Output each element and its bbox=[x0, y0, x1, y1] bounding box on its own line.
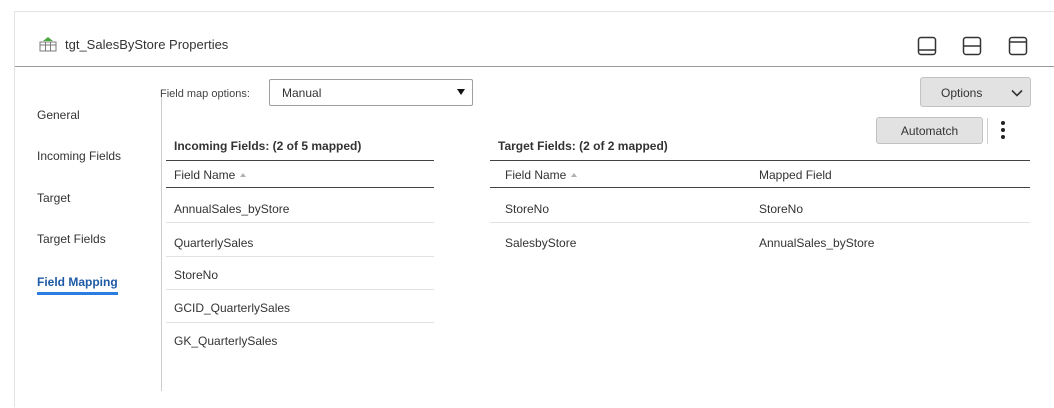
field-map-options-label: Field map options: bbox=[160, 88, 250, 100]
target-row-field[interactable]: SalesbyStore bbox=[505, 236, 576, 250]
target-column-field-name[interactable]: Field Name bbox=[505, 168, 578, 182]
panel-title: tgt_SalesByStore Properties bbox=[65, 37, 229, 52]
sort-asc-icon bbox=[240, 173, 247, 177]
automatch-button-label: Automatch bbox=[900, 124, 959, 138]
layout-split-icon[interactable] bbox=[962, 36, 982, 56]
panel-header: tgt_SalesByStore Properties bbox=[15, 12, 1054, 67]
target-title-rule bbox=[490, 160, 1030, 161]
incoming-row-field[interactable]: GK_QuarterlySales bbox=[174, 334, 277, 348]
target-column-mapped-field[interactable]: Mapped Field bbox=[759, 168, 832, 182]
nav-item-general[interactable]: General bbox=[37, 108, 80, 122]
dropdown-caret-icon bbox=[457, 89, 465, 95]
automatch-button[interactable]: Automatch bbox=[876, 117, 983, 144]
row-divider bbox=[166, 256, 434, 257]
incoming-row-field[interactable]: StoreNo bbox=[174, 268, 218, 282]
kebab-menu-icon[interactable] bbox=[997, 120, 1009, 142]
target-row-mapped[interactable]: AnnualSales_byStore bbox=[759, 236, 874, 250]
incoming-title-rule bbox=[166, 160, 434, 161]
toolbar-separator bbox=[987, 118, 988, 144]
side-nav: General Incoming Fields Target Target Fi… bbox=[15, 68, 162, 408]
row-divider bbox=[166, 222, 434, 223]
target-row-mapped[interactable]: StoreNo bbox=[759, 202, 803, 216]
options-button-label: Options bbox=[941, 86, 983, 100]
incoming-row-field[interactable]: AnnualSales_byStore bbox=[174, 202, 289, 216]
target-fields-title: Target Fields: (2 of 2 mapped) bbox=[498, 139, 668, 153]
incoming-fields-title: Incoming Fields: (2 of 5 mapped) bbox=[174, 139, 362, 153]
nav-item-target-fields[interactable]: Target Fields bbox=[37, 232, 106, 246]
incoming-row-field[interactable]: GCID_QuarterlySales bbox=[174, 301, 290, 315]
incoming-row-field[interactable]: QuarterlySales bbox=[174, 236, 253, 250]
layout-top-icon[interactable] bbox=[1008, 36, 1028, 56]
field-map-options-select[interactable]: Manual bbox=[269, 79, 473, 106]
field-map-options-value: Manual bbox=[282, 86, 322, 100]
target-header-rule bbox=[490, 187, 1030, 188]
options-button[interactable]: Options bbox=[920, 77, 1031, 107]
layout-bottom-icon[interactable] bbox=[917, 36, 937, 56]
target-table-icon bbox=[39, 36, 57, 52]
incoming-header-rule bbox=[166, 187, 434, 188]
target-row-field[interactable]: StoreNo bbox=[505, 202, 549, 216]
row-divider bbox=[490, 222, 1030, 223]
nav-item-target[interactable]: Target bbox=[37, 191, 70, 205]
chevron-down-icon bbox=[1011, 87, 1023, 101]
sort-asc-icon bbox=[571, 173, 578, 177]
nav-divider bbox=[161, 90, 162, 391]
nav-item-incoming-fields[interactable]: Incoming Fields bbox=[37, 149, 121, 163]
nav-item-field-mapping[interactable]: Field Mapping bbox=[37, 275, 118, 295]
row-divider bbox=[166, 322, 434, 323]
incoming-column-field-name[interactable]: Field Name bbox=[174, 168, 247, 182]
row-divider bbox=[166, 289, 434, 290]
